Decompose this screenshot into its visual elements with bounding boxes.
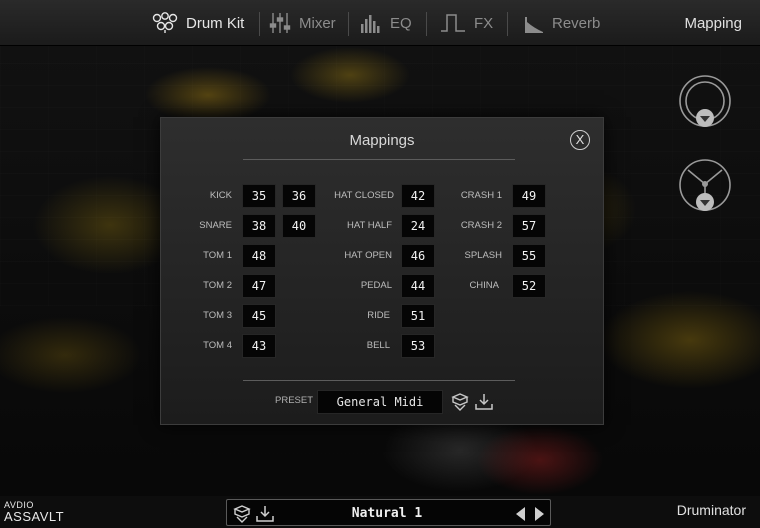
tab-mixer[interactable]: Mixer (269, 0, 336, 46)
mapping-value-crash-1[interactable]: 49 (512, 184, 546, 208)
mapping-value-hat-open[interactable]: 46 (401, 244, 435, 268)
mapping-button[interactable]: Mapping (684, 0, 742, 46)
mapping-label-ride: RIDE (367, 310, 390, 321)
mapping-label-hat-open: HAT OPEN (344, 250, 392, 261)
load-preset-icon[interactable] (451, 393, 469, 416)
nav-divider (348, 12, 349, 36)
kit-preset-bar: Natural 1 (226, 499, 551, 526)
mapping-label-bell: BELL (366, 340, 390, 351)
previous-preset-icon[interactable] (516, 507, 525, 521)
mapping-label-tom-3: TOM 3 (203, 310, 232, 321)
mixer-icon (269, 12, 291, 34)
mapping-value-hat-half[interactable]: 24 (401, 214, 435, 238)
tab-fx-label: FX (474, 14, 494, 32)
mapping-value-pedal[interactable]: 44 (401, 274, 435, 298)
mapping-value-tom-2[interactable]: 47 (242, 274, 276, 298)
mapping-label-hat-half: HAT HALF (346, 220, 392, 231)
cymbal-view-icon[interactable] (678, 74, 732, 137)
drum-kit-icon (152, 12, 178, 34)
mapping-label-tom-4: TOM 4 (203, 340, 232, 351)
mapping-label-snare: SNARE (199, 220, 232, 231)
tab-drum-kit[interactable]: Drum Kit (152, 0, 244, 46)
mapping-value-bell[interactable]: 53 (401, 334, 435, 358)
save-kit-icon[interactable] (256, 505, 274, 528)
nav-divider (426, 12, 427, 36)
tab-reverb[interactable]: Reverb (524, 0, 600, 46)
drum-view-icon[interactable] (678, 158, 732, 223)
close-button[interactable]: X (570, 130, 590, 150)
mapping-label-tom-2: TOM 2 (203, 280, 232, 291)
reverb-icon (524, 12, 544, 34)
mapping-value-china[interactable]: 52 (512, 274, 546, 298)
load-kit-icon[interactable] (233, 505, 251, 528)
nav-divider (259, 12, 260, 36)
mapping-value-crash-2[interactable]: 57 (512, 214, 546, 238)
mapping-label-tom-1: TOM 1 (203, 250, 232, 261)
eq-icon (360, 12, 382, 34)
divider (243, 159, 515, 160)
top-navigation: Drum Kit Mixer EQ FX Reverb Mapping (0, 0, 760, 46)
mapping-value-splash[interactable]: 55 (512, 244, 546, 268)
nav-divider (507, 12, 508, 36)
audio-assault-logo: AVDIO ASSAVLT (4, 500, 65, 524)
mapping-value-kick-1[interactable]: 35 (242, 184, 276, 208)
mapping-label-hat-closed: HAT CLOSED (334, 190, 394, 201)
tab-fx[interactable]: FX (440, 0, 493, 46)
mapping-value-tom-1[interactable]: 48 (242, 244, 276, 268)
divider (243, 380, 515, 381)
mapping-value-tom-3[interactable]: 45 (242, 304, 276, 328)
fx-icon (440, 12, 466, 34)
mapping-label-china: CHINA (469, 280, 499, 291)
preset-label: PRESET (275, 395, 314, 406)
mapping-value-hat-closed[interactable]: 42 (401, 184, 435, 208)
dialog-title: Mappings (349, 132, 415, 149)
mapping-label-crash-1: CRASH 1 (460, 190, 502, 201)
tab-drum-kit-label: Drum Kit (186, 14, 245, 32)
tab-mixer-label: Mixer (299, 14, 336, 32)
mapping-label-pedal: PEDAL (360, 280, 392, 291)
mapping-label-kick: KICK (209, 190, 232, 201)
kit-preset-name[interactable]: Natural 1 (337, 500, 437, 527)
mapping-value-snare-1[interactable]: 38 (242, 214, 276, 238)
tab-eq-label: EQ (390, 14, 412, 32)
save-preset-icon[interactable] (475, 393, 493, 416)
mapping-label-crash-2: CRASH 2 (460, 220, 502, 231)
mapping-value-ride[interactable]: 51 (401, 304, 435, 328)
mapping-label-splash: SPLASH (464, 250, 503, 261)
preset-select[interactable]: General Midi (317, 390, 443, 414)
tab-reverb-label: Reverb (552, 14, 601, 32)
product-name: Druminator (676, 502, 746, 518)
mappings-dialog: Mappings X KICK 35 36 SNARE 38 40 TOM 1 … (160, 117, 604, 425)
next-preset-icon[interactable] (535, 507, 544, 521)
tab-eq[interactable]: EQ (360, 0, 412, 46)
mapping-value-tom-4[interactable]: 43 (242, 334, 276, 358)
